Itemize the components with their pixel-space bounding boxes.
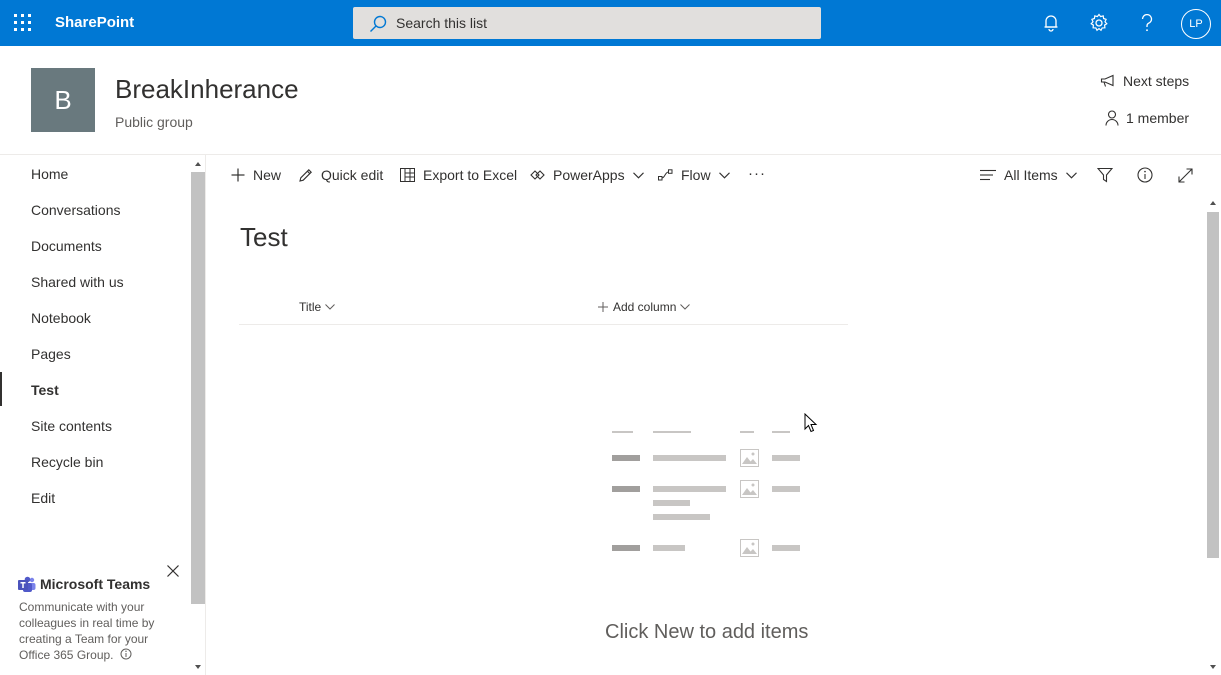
pencil-icon: [299, 168, 312, 182]
quick-edit-label: Quick edit: [321, 167, 384, 183]
members-button[interactable]: 1 member: [1105, 110, 1189, 126]
flow-button[interactable]: Flow: [658, 165, 738, 185]
site-subtitle: Public group: [115, 114, 193, 130]
app-launcher-icon[interactable]: [13, 13, 33, 33]
main-scrollbar-thumb[interactable]: [1207, 212, 1219, 558]
nav-item-recycle-bin[interactable]: Recycle bin: [31, 454, 103, 470]
site-logo[interactable]: B: [31, 68, 95, 132]
nav-item-conversations[interactable]: Conversations: [31, 202, 121, 218]
megaphone-icon: [1100, 74, 1114, 87]
settings-gear-icon[interactable]: [1088, 12, 1110, 34]
nav-item-site-contents[interactable]: Site contents: [31, 418, 112, 434]
new-button[interactable]: New: [231, 165, 281, 185]
main-scroll-down-arrow[interactable]: [1210, 665, 1216, 669]
suite-bar: SharePoint LP: [0, 0, 1221, 46]
flow-icon: [658, 169, 673, 181]
brand-link[interactable]: SharePoint: [55, 14, 134, 31]
list-view-icon: [980, 169, 996, 181]
view-selector-button[interactable]: All Items: [980, 165, 1085, 185]
search-input[interactable]: [396, 7, 806, 39]
teams-description-text: Communicate with your colleagues in real…: [19, 600, 155, 662]
new-label: New: [253, 167, 282, 183]
search-box[interactable]: [353, 7, 821, 39]
nav-scroll-down-arrow[interactable]: [195, 665, 201, 669]
quick-edit-button[interactable]: Quick edit: [298, 165, 383, 185]
nav-item-home[interactable]: Home: [31, 166, 68, 182]
site-title[interactable]: BreakInherance: [115, 74, 299, 105]
main-scroll-up-arrow[interactable]: [1210, 201, 1216, 205]
next-steps-label: Next steps: [1123, 73, 1190, 89]
empty-list-message: Click New to add items: [605, 621, 809, 643]
image-placeholder-icon: [740, 539, 759, 557]
help-icon[interactable]: [1136, 12, 1158, 34]
search-icon: [370, 15, 387, 32]
view-label: All Items: [1004, 167, 1058, 183]
nav-active-indicator: [0, 372, 2, 406]
nav-scroll-up-arrow[interactable]: [195, 162, 201, 166]
export-to-excel-button[interactable]: Export to Excel: [400, 165, 517, 185]
column-header-title-label: Title: [299, 300, 322, 314]
image-placeholder-icon: [740, 449, 759, 467]
column-header-divider: [239, 324, 848, 325]
plus-icon: [231, 168, 245, 182]
expand-icon[interactable]: [1178, 165, 1201, 185]
members-label: 1 member: [1126, 110, 1190, 126]
mouse-cursor-icon: [804, 413, 818, 433]
nav-item-edit[interactable]: Edit: [31, 490, 55, 506]
powerapps-button[interactable]: PowerApps: [530, 165, 652, 185]
list-title: Test: [240, 222, 288, 252]
chevron-down-icon: [718, 171, 730, 179]
user-avatar[interactable]: LP: [1181, 9, 1211, 39]
flow-label: Flow: [681, 167, 711, 183]
chevron-down-icon: [680, 304, 691, 310]
microsoft-teams-icon: [18, 576, 36, 592]
nav-item-documents[interactable]: Documents: [31, 238, 102, 254]
left-navigation: [0, 155, 206, 675]
chevron-down-icon: [632, 171, 644, 179]
next-steps-button[interactable]: Next steps: [1100, 73, 1189, 89]
powerapps-label: PowerApps: [553, 167, 625, 183]
person-icon: [1105, 110, 1119, 126]
nav-item-test[interactable]: Test: [31, 382, 59, 398]
nav-item-notebook[interactable]: Notebook: [31, 310, 91, 326]
plus-icon: [598, 302, 608, 312]
info-pane-icon[interactable]: [1137, 165, 1161, 185]
add-column-button[interactable]: Add column: [598, 300, 691, 314]
teams-title: Microsoft Teams: [40, 576, 151, 592]
chevron-down-icon: [1065, 171, 1077, 179]
column-header-title[interactable]: Title: [299, 300, 336, 314]
teams-description: Communicate with your colleagues in real…: [19, 599, 179, 663]
close-icon[interactable]: [166, 564, 180, 578]
excel-icon: [400, 168, 415, 182]
more-options-button[interactable]: ···: [748, 163, 766, 183]
nav-item-shared-with-us[interactable]: Shared with us: [31, 274, 124, 290]
image-placeholder-icon: [740, 480, 759, 498]
notifications-bell-icon[interactable]: [1040, 12, 1062, 34]
nav-item-pages[interactable]: Pages: [31, 346, 71, 362]
export-label: Export to Excel: [423, 167, 518, 183]
chevron-down-icon: [325, 304, 336, 310]
powerapps-icon: [530, 170, 545, 180]
info-icon[interactable]: [120, 648, 132, 660]
filter-icon[interactable]: [1097, 165, 1121, 185]
nav-scrollbar-thumb[interactable]: [191, 172, 205, 604]
add-column-label: Add column: [613, 300, 677, 314]
